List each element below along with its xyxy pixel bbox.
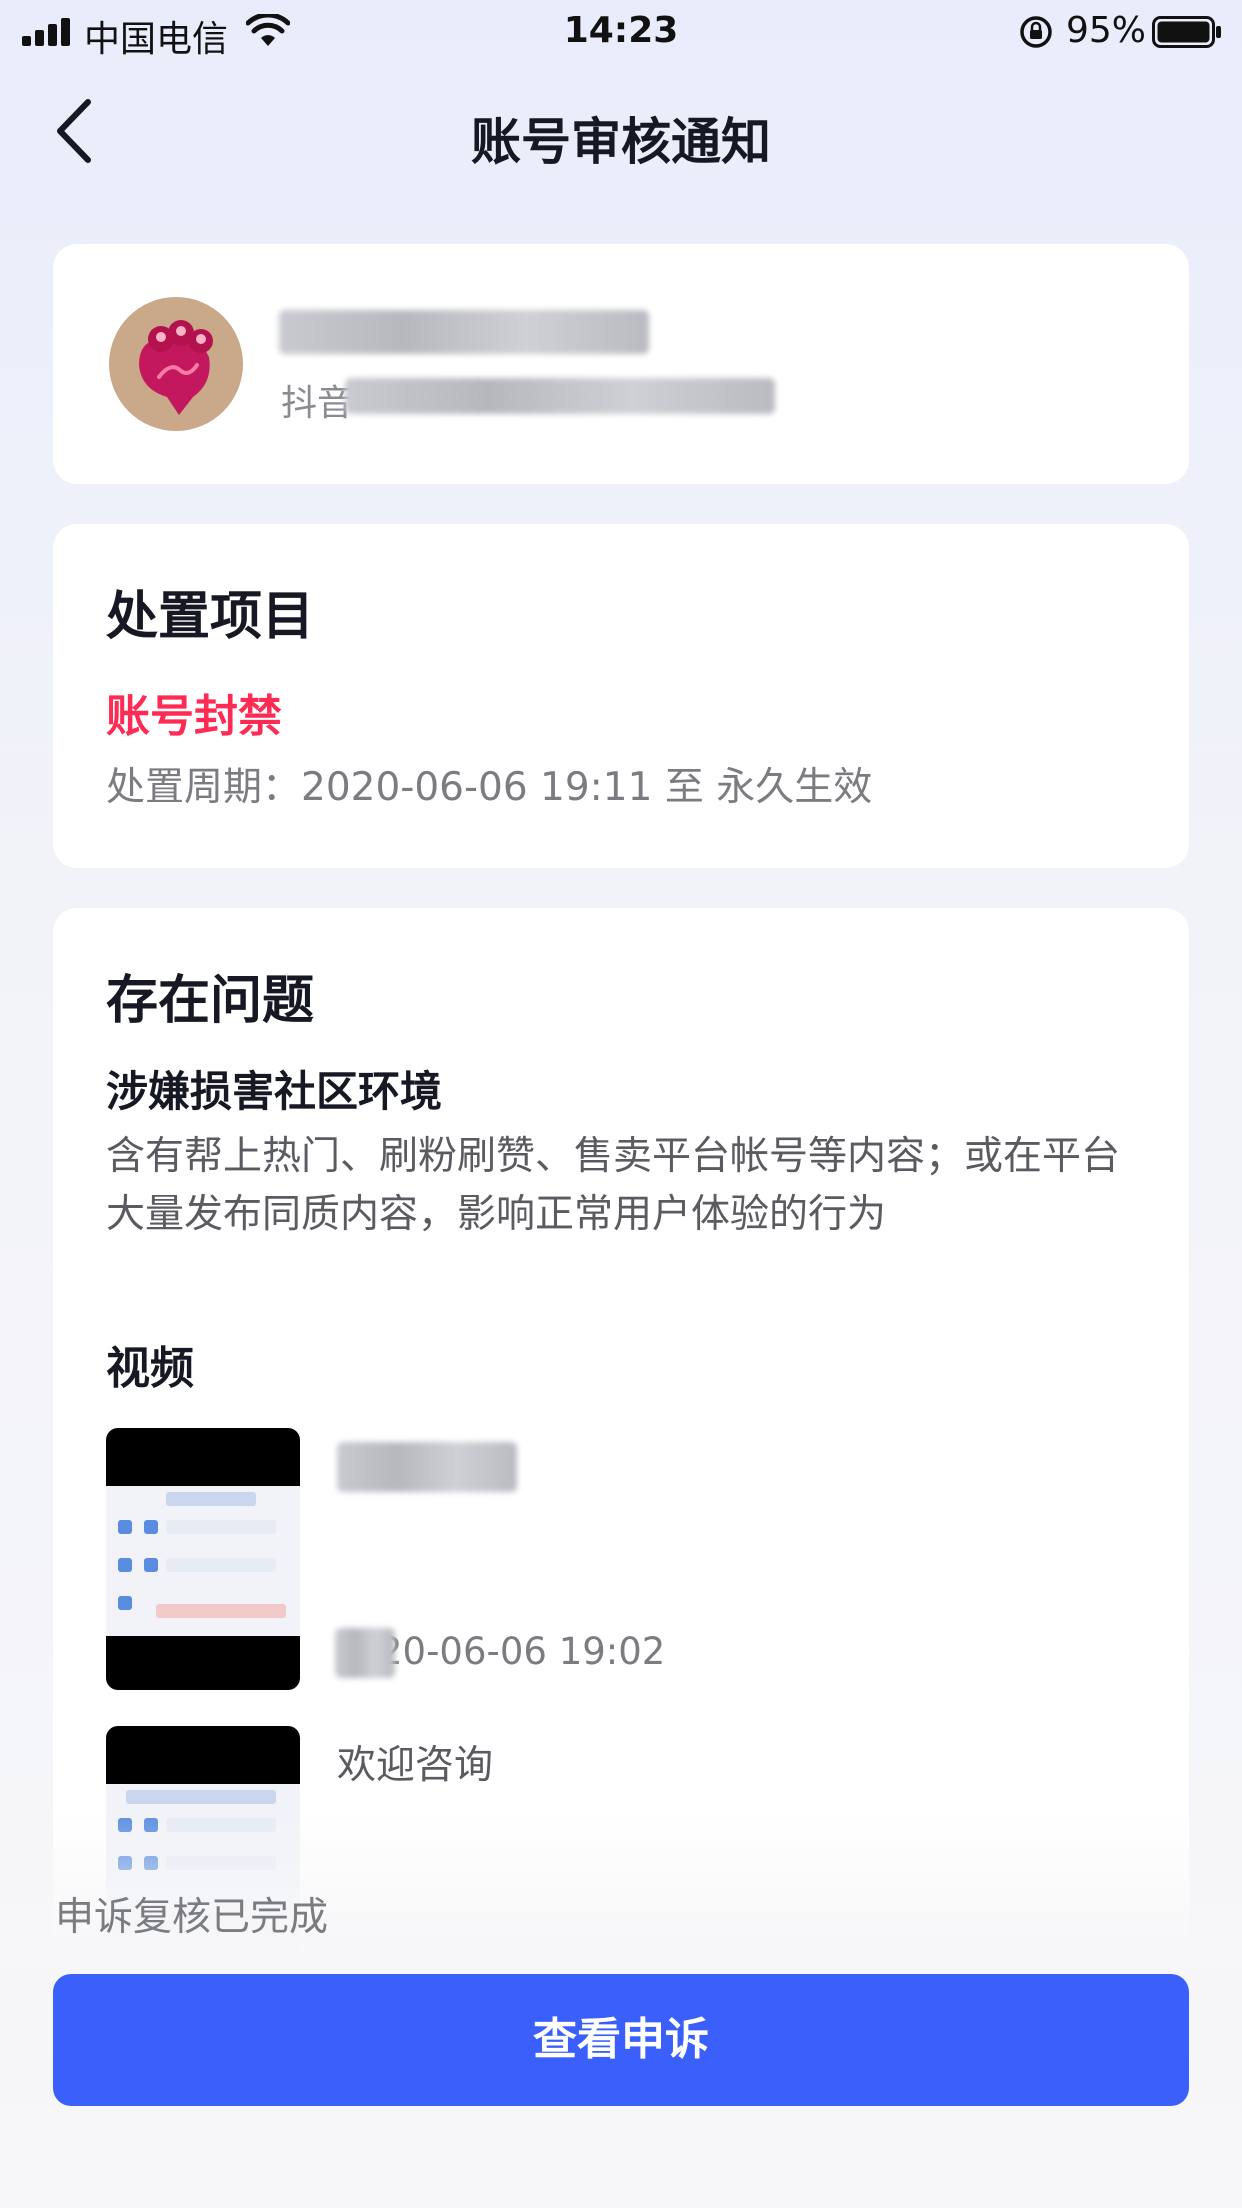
video-thumbnail[interactable]: [106, 1428, 300, 1690]
disposal-card: 处置项目 账号封禁 处置周期：2020-06-06 19:11 至 永久生效: [53, 524, 1189, 868]
nav-bar: 账号审核通知: [0, 64, 1242, 204]
douyin-id-redacted: [345, 378, 775, 414]
video-time-redacted: [335, 1628, 395, 1678]
page-title: 账号审核通知: [471, 113, 771, 171]
profile-card: 抖音: [53, 244, 1189, 484]
disposal-section-title: 处置项目: [106, 587, 315, 647]
battery-percent: 95%: [1066, 10, 1147, 51]
video-time: 20-06-06 19:02: [379, 1630, 666, 1673]
disposal-action: 账号封禁: [106, 691, 282, 742]
status-bar: 中国电信 14:23 95%: [0, 0, 1242, 64]
issue-description: 含有帮上热门、刷粉刷赞、售卖平台帐号等内容；或在平台大量发布同质内容，影响正常用…: [106, 1134, 1121, 1237]
avatar[interactable]: [109, 297, 243, 431]
rotation-lock-icon: [1020, 16, 1052, 48]
disposal-period: 处置周期：2020-06-06 19:11 至 永久生效: [106, 765, 873, 810]
battery-icon: [1152, 16, 1221, 48]
videos-label: 视频: [106, 1343, 194, 1394]
avatar-image: [109, 297, 243, 431]
video-title-redacted: [337, 1442, 517, 1492]
review-status: 申诉复核已完成: [55, 1895, 329, 1940]
view-appeal-button[interactable]: 查看申诉: [53, 1974, 1189, 2106]
issues-card: 存在问题 涉嫌损害社区环境 含有帮上热门、刷粉刷赞、售卖平台帐号等内容；或在平台…: [53, 908, 1189, 1968]
issue-name: 涉嫌损害社区环境: [106, 1067, 443, 1116]
douyin-id-prefix: 抖音: [281, 383, 354, 424]
status-time: 14:23: [563, 10, 679, 51]
video-title: 欢迎咨询: [337, 1743, 494, 1788]
issues-section-title: 存在问题: [106, 971, 315, 1031]
username-redacted: [279, 310, 649, 354]
